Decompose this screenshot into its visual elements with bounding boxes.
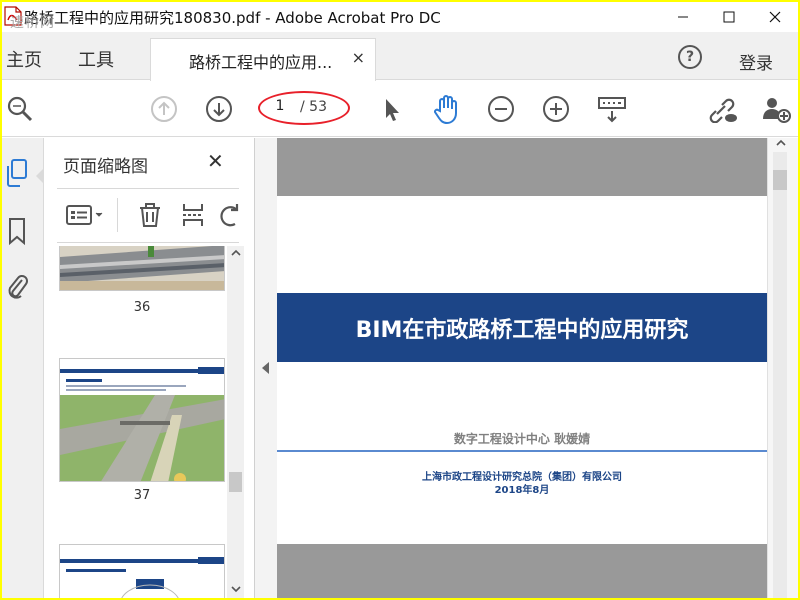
panel-divider	[57, 242, 239, 243]
page-header-band	[277, 138, 767, 196]
attachment-icon[interactable]	[4, 272, 30, 302]
scrollbar-thumb[interactable]	[229, 472, 242, 492]
bookmark-icon[interactable]	[4, 216, 30, 246]
thumbnail-preview	[60, 246, 224, 290]
title-bar: 路桥工程中的应用研究180830.pdf - Adobe Acrobat Pro…	[2, 2, 798, 32]
document-tab-close-button[interactable]: ×	[352, 48, 365, 67]
page-footer-band	[277, 544, 767, 598]
page-thumbnails-panel: 页面缩略图 ✕ 36 37	[45, 138, 255, 598]
minimize-icon	[678, 16, 688, 18]
thumbnail-page-38[interactable]	[59, 544, 225, 598]
maximize-button[interactable]	[706, 2, 752, 32]
scroll-up-icon[interactable]	[230, 248, 242, 258]
panel-close-button[interactable]: ✕	[207, 149, 224, 173]
panel-toolbar	[57, 198, 247, 232]
trash-icon[interactable]	[137, 202, 163, 228]
rotate-icon[interactable]	[217, 202, 243, 228]
hand-tool-icon[interactable]	[430, 93, 462, 125]
active-pane-indicator	[36, 168, 44, 184]
watermark-text: 速桥网	[10, 15, 55, 31]
thumbnail-page-36[interactable]	[59, 246, 225, 291]
author-line: 数字工程设计中心 耿媛婧	[453, 432, 591, 446]
acrobat-window: 路桥工程中的应用研究180830.pdf - Adobe Acrobat Pro…	[2, 2, 798, 598]
thumbnail-page-37[interactable]	[59, 358, 225, 482]
thumbnail-page-label: 37	[133, 488, 151, 503]
tab-document[interactable]: 路桥工程中的应用... ×	[150, 38, 376, 81]
scrollbar-thumb[interactable]	[773, 170, 787, 190]
minimize-button[interactable]	[660, 2, 706, 32]
select-arrow-icon[interactable]	[378, 95, 406, 123]
fit-page-icon[interactable]	[596, 95, 628, 123]
search-icon[interactable]	[6, 95, 34, 123]
collapse-arrow-icon	[262, 362, 269, 374]
title-band: BIM在市政路桥工程中的应用研究	[277, 293, 767, 362]
login-button[interactable]: 登录	[739, 49, 773, 74]
scrollbar-track[interactable]	[773, 152, 787, 598]
thumbnail-list: 36 37	[57, 246, 227, 598]
pdf-page: BIM在市政路桥工程中的应用研究 数字工程设计中心 耿媛婧 上海市政工程设计研究…	[277, 138, 767, 598]
zoom-in-icon[interactable]	[542, 95, 570, 123]
navigation-pane-rail	[2, 138, 44, 598]
thumbnail-scrollbar[interactable]	[227, 246, 244, 598]
document-title: BIM在市政路桥工程中的应用研究	[355, 317, 689, 343]
scroll-up-icon[interactable]	[775, 138, 787, 148]
document-scrollbar[interactable]	[767, 138, 798, 598]
page-number-highlight-ellipse	[258, 91, 350, 125]
page-thumbnails-icon[interactable]	[4, 158, 30, 188]
collapse-panel-button[interactable]	[255, 138, 277, 598]
insert-pages-icon[interactable]	[180, 202, 206, 228]
thumbnail-page-label: 36	[133, 300, 151, 315]
scroll-down-icon[interactable]	[230, 584, 242, 594]
add-user-icon[interactable]	[760, 95, 792, 123]
window-title: 路桥工程中的应用研究180830.pdf - Adobe Acrobat Pro…	[24, 9, 441, 27]
panel-divider	[57, 188, 239, 189]
thumbnail-options-icon[interactable]	[65, 202, 105, 228]
close-icon	[769, 11, 781, 23]
window-close-button[interactable]	[752, 2, 798, 32]
thumbnail-preview	[60, 359, 224, 481]
tab-tools[interactable]: 工具	[78, 46, 114, 72]
share-link-icon[interactable]	[706, 95, 738, 123]
tab-home[interactable]: 主页	[6, 46, 42, 72]
document-view: BIM在市政路桥工程中的应用研究 数字工程设计中心 耿媛婧 上海市政工程设计研究…	[277, 138, 767, 598]
thumbnail-preview	[60, 545, 224, 598]
document-tab-label: 路桥工程中的应用...	[189, 53, 333, 72]
zoom-out-icon[interactable]	[487, 95, 515, 123]
maximize-icon	[723, 11, 735, 23]
toolbar-divider	[117, 198, 118, 232]
panel-title: 页面缩略图	[63, 157, 148, 177]
tab-bar: 主页 工具 路桥工程中的应用... × ? 登录	[2, 32, 798, 81]
help-button[interactable]: ?	[678, 45, 702, 69]
toolbar: 1 / 53	[2, 81, 798, 137]
accent-rule	[277, 450, 767, 452]
next-page-icon[interactable]	[205, 95, 233, 123]
previous-page-icon[interactable]	[150, 95, 178, 123]
document-date: 2018年8月	[494, 485, 550, 496]
